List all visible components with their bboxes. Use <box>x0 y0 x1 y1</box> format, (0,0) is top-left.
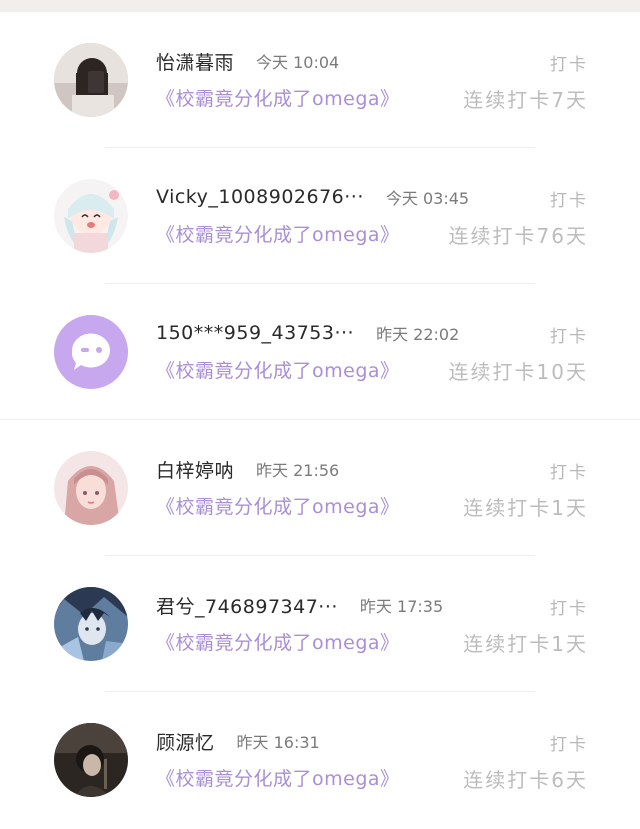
timestamp: 昨天 21:56 <box>256 461 340 480</box>
photo-avatar-icon <box>54 43 128 117</box>
timestamp: 今天 10:04 <box>256 53 340 72</box>
default-avatar-icon <box>54 315 128 389</box>
user-avatar[interactable] <box>54 587 128 661</box>
checkin-label[interactable]: 打卡 <box>550 186 588 211</box>
book-title-link[interactable]: 《校霸竟分化成了omega》 <box>156 84 400 111</box>
anime-avatar-icon <box>54 179 128 253</box>
user-avatar[interactable] <box>54 43 128 117</box>
list-item[interactable]: 顾源忆 昨天 16:31 打卡 《校霸竟分化成了omega》 连续打卡6天 <box>0 692 640 828</box>
item-info: 顾源忆 昨天 16:31 打卡 《校霸竟分化成了omega》 连续打卡6天 <box>156 726 588 794</box>
book-title-link[interactable]: 《校霸竟分化成了omega》 <box>156 356 400 383</box>
checkin-label[interactable]: 打卡 <box>550 594 588 619</box>
book-title-link[interactable]: 《校霸竟分化成了omega》 <box>156 492 400 519</box>
list-item[interactable]: 150***959_43753··· 昨天 22:02 打卡 《校霸竟分化成了o… <box>0 284 640 420</box>
item-info: 怡潇暮雨 今天 10:04 打卡 《校霸竟分化成了omega》 连续打卡7天 <box>156 46 588 114</box>
checkin-label[interactable]: 打卡 <box>550 458 588 483</box>
username[interactable]: 怡潇暮雨 <box>156 48 234 75</box>
anime-girl-avatar-icon <box>54 451 128 525</box>
streak-count: 连续打卡10天 <box>448 360 588 384</box>
timestamp: 昨天 17:35 <box>359 597 444 616</box>
top-bar <box>0 0 640 12</box>
checkin-label[interactable]: 打卡 <box>550 730 588 755</box>
list-item[interactable]: Vicky_1008902676··· 今天 03:45 打卡 《校霸竟分化成了… <box>0 148 640 284</box>
item-info: 150***959_43753··· 昨天 22:02 打卡 《校霸竟分化成了o… <box>156 318 588 386</box>
anime-boy-avatar-icon <box>54 587 128 661</box>
list-item[interactable]: 白梓婷呐 昨天 21:56 打卡 《校霸竟分化成了omega》 连续打卡1天 <box>0 420 640 556</box>
username[interactable]: 君兮_746897347··· <box>156 592 338 619</box>
username[interactable]: 白梓婷呐 <box>156 456 234 483</box>
username[interactable]: Vicky_1008902676··· <box>156 186 364 208</box>
list-item[interactable]: 君兮_746897347··· 昨天 17:35 打卡 《校霸竟分化成了omeg… <box>0 556 640 692</box>
item-info: Vicky_1008902676··· 今天 03:45 打卡 《校霸竟分化成了… <box>156 182 588 250</box>
timestamp: 今天 03:45 <box>385 189 470 208</box>
item-info: 白梓婷呐 昨天 21:56 打卡 《校霸竟分化成了omega》 连续打卡1天 <box>156 454 588 522</box>
streak-count: 连续打卡1天 <box>463 496 588 520</box>
user-avatar[interactable] <box>54 723 128 797</box>
checkin-feed: 怡潇暮雨 今天 10:04 打卡 《校霸竟分化成了omega》 连续打卡7天 V… <box>0 12 640 829</box>
item-info: 君兮_746897347··· 昨天 17:35 打卡 《校霸竟分化成了omeg… <box>156 590 588 658</box>
user-avatar[interactable] <box>54 451 128 525</box>
list-item[interactable]: 怡潇暮雨 今天 10:04 打卡 《校霸竟分化成了omega》 连续打卡7天 <box>0 12 640 148</box>
streak-count: 连续打卡6天 <box>463 768 588 792</box>
photo-avatar-dark-icon <box>54 723 128 797</box>
username[interactable]: 150***959_43753··· <box>156 322 354 344</box>
streak-count: 连续打卡1天 <box>463 632 588 656</box>
streak-count: 连续打卡7天 <box>463 88 588 112</box>
book-title-link[interactable]: 《校霸竟分化成了omega》 <box>156 628 400 655</box>
username[interactable]: 顾源忆 <box>156 728 215 755</box>
user-avatar[interactable] <box>54 179 128 253</box>
checkin-label[interactable]: 打卡 <box>550 322 588 347</box>
book-title-link[interactable]: 《校霸竟分化成了omega》 <box>156 220 400 247</box>
timestamp: 昨天 22:02 <box>376 325 460 344</box>
book-title-link[interactable]: 《校霸竟分化成了omega》 <box>156 764 400 791</box>
timestamp: 昨天 16:31 <box>236 733 320 752</box>
checkin-label[interactable]: 打卡 <box>550 50 588 75</box>
user-avatar[interactable] <box>54 315 128 389</box>
streak-count: 连续打卡76天 <box>448 224 588 248</box>
